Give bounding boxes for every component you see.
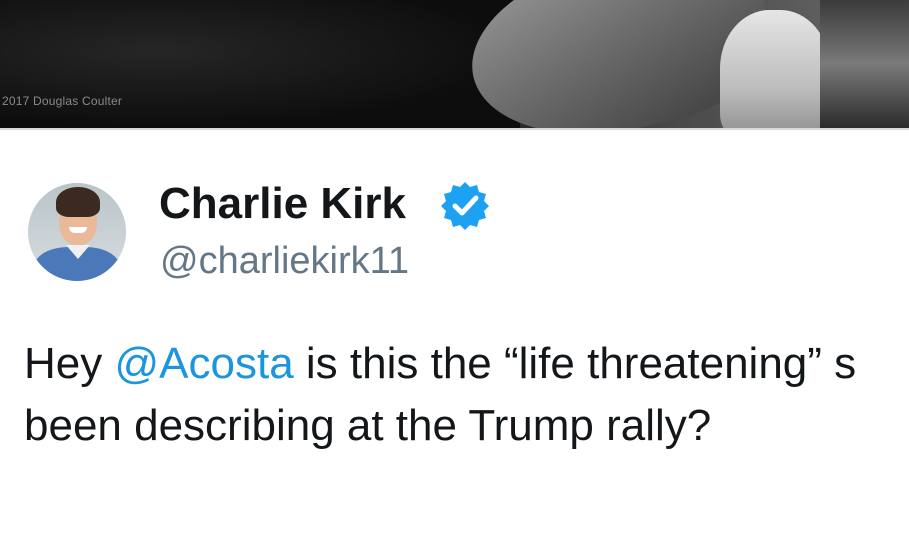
photo-crowd — [820, 0, 909, 128]
tweet-text: Hey @Acosta is this the “life threatenin… — [24, 333, 909, 457]
mention-link[interactable]: @Acosta — [114, 339, 293, 388]
verified-badge-icon — [441, 182, 489, 230]
avatar[interactable] — [28, 183, 126, 281]
tweet-photo[interactable]: 2017 Douglas Coulter — [0, 0, 909, 128]
tweet-line-2: been describing at the Trump rally? — [24, 401, 712, 450]
author-handle[interactable]: @charliekirk11 — [160, 238, 409, 284]
photo-credit: 2017 Douglas Coulter — [2, 94, 123, 108]
photo-shadow — [0, 0, 520, 128]
author-name[interactable]: Charlie Kirk — [159, 178, 406, 230]
divider — [0, 128, 909, 130]
tweet-line-1: Hey @Acosta is this the “life threatenin… — [24, 339, 857, 388]
photo-person — [720, 10, 830, 128]
